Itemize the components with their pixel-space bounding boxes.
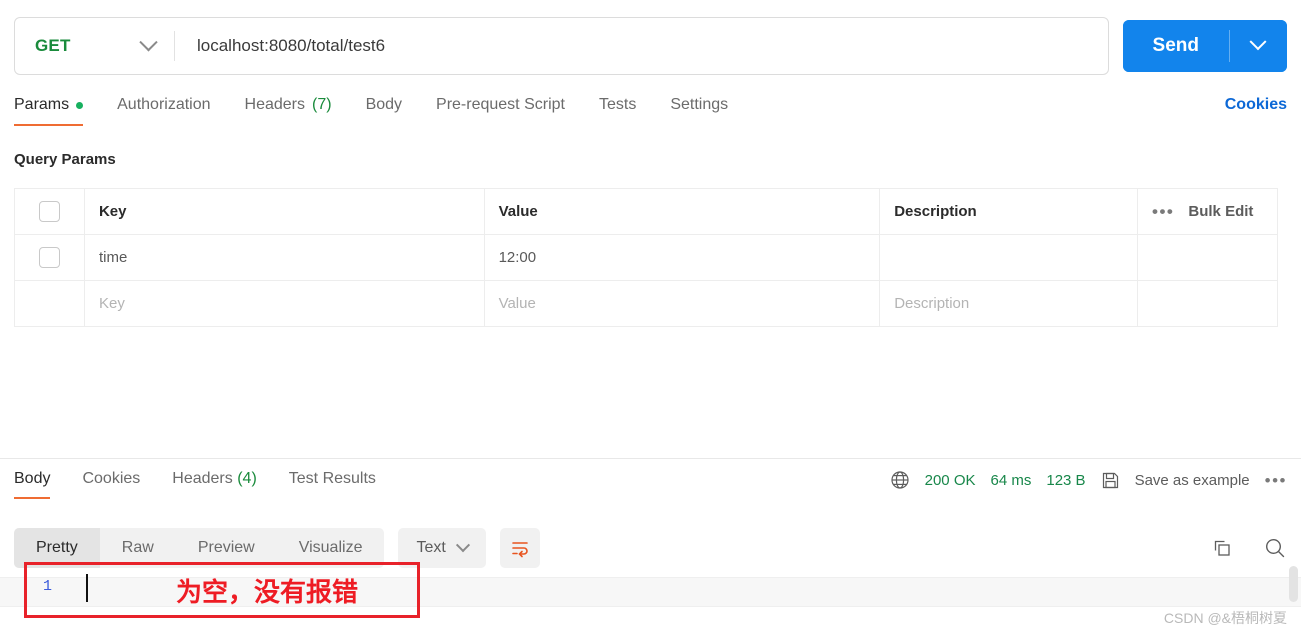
tab-params[interactable]: Params <box>14 96 84 126</box>
status-badge: 200 OK <box>924 471 976 489</box>
send-button-group: Send <box>1122 20 1287 72</box>
chevron-down-icon <box>139 32 158 51</box>
response-tabs: Body Cookies Headers (4) Test Results 20… <box>0 470 1301 512</box>
annotation-text: 为空，没有报错 <box>176 578 359 608</box>
table-row: time 12:00 <box>14 234 1278 281</box>
save-as-example-button[interactable]: Save as example <box>1135 472 1250 489</box>
line-number: 1 <box>43 578 53 595</box>
new-row-actions-cell <box>1137 280 1278 327</box>
request-url-row: GET Send <box>0 0 1301 92</box>
query-params-table: Key Value Description ••• Bulk Edit time <box>14 188 1278 327</box>
copy-icon[interactable] <box>1211 537 1233 559</box>
chevron-down-icon <box>455 538 470 553</box>
row-actions-cell <box>1137 234 1278 281</box>
request-url-input[interactable] <box>175 18 1108 74</box>
cookies-link[interactable]: Cookies <box>1225 96 1287 126</box>
response-tab-headers[interactable]: Headers (4) <box>172 470 257 499</box>
response-tab-body[interactable]: Body <box>14 470 51 499</box>
send-button[interactable]: Send <box>1122 20 1229 72</box>
unsaved-dot-icon <box>76 101 84 109</box>
tab-authorization-label: Authorization <box>117 96 211 113</box>
new-row-value-placeholder: Value <box>498 294 536 312</box>
more-options-icon[interactable]: ••• <box>1152 203 1174 220</box>
response-meta: 200 OK 64 ms 123 B Save as example ••• <box>890 470 1287 498</box>
tab-tests[interactable]: Tests <box>599 96 636 126</box>
bulk-edit-cell: ••• Bulk Edit <box>1137 188 1278 235</box>
view-mode-preview[interactable]: Preview <box>176 528 277 568</box>
new-row-key-cell[interactable]: Key <box>83 280 485 327</box>
response-tab-body-label: Body <box>14 470 51 487</box>
tab-headers[interactable]: Headers (7) <box>245 96 332 126</box>
response-view-toolbar: Pretty Raw Preview Visualize Text <box>0 523 1301 573</box>
chevron-down-icon <box>1249 33 1267 51</box>
tab-headers-label: Headers <box>244 96 305 113</box>
new-row-description-placeholder: Description <box>894 294 970 312</box>
tab-settings-label: Settings <box>670 96 729 113</box>
select-all-checkbox[interactable] <box>38 201 60 222</box>
search-icon[interactable] <box>1263 536 1287 560</box>
globe-icon[interactable] <box>890 470 910 490</box>
row-value-cell[interactable]: 12:00 <box>483 234 881 281</box>
save-icon[interactable] <box>1101 471 1120 490</box>
response-tab-test-results[interactable]: Test Results <box>289 470 376 499</box>
view-mode-pretty[interactable]: Pretty <box>14 528 100 568</box>
row-key-cell[interactable]: time <box>83 234 485 281</box>
table-header-row: Key Value Description ••• Bulk Edit <box>14 188 1278 235</box>
tab-tests-label: Tests <box>598 96 637 113</box>
response-tab-cookies[interactable]: Cookies <box>82 470 140 499</box>
tab-settings[interactable]: Settings <box>670 96 728 126</box>
tab-pre-request-script-label: Pre-request Script <box>436 96 565 113</box>
new-row-description-cell[interactable]: Description <box>879 280 1139 327</box>
select-all-cell <box>14 188 85 235</box>
view-mode-group: Pretty Raw Preview Visualize <box>14 528 385 568</box>
text-cursor <box>86 574 88 602</box>
row-select-cell <box>14 234 85 281</box>
query-params-title: Query Params <box>14 151 116 168</box>
vertical-scrollbar[interactable] <box>1289 566 1298 602</box>
bulk-edit-button[interactable]: Bulk Edit <box>1188 203 1253 220</box>
response-divider <box>0 458 1301 459</box>
row-select-cell-empty <box>14 280 85 327</box>
tab-authorization[interactable]: Authorization <box>117 96 210 126</box>
tab-body-label: Body <box>365 96 403 113</box>
column-value: Value <box>483 188 881 235</box>
tab-headers-count: (7) <box>312 96 332 113</box>
row-description-cell[interactable] <box>879 234 1139 281</box>
url-bar: GET <box>14 17 1109 75</box>
response-format-selector[interactable]: Text <box>398 528 486 568</box>
row-key-value: time <box>98 248 128 266</box>
column-key: Key <box>83 188 485 235</box>
send-options-button[interactable] <box>1229 20 1287 72</box>
response-actions <box>1211 536 1287 560</box>
http-method-label: GET <box>35 36 71 55</box>
response-tab-headers-count: (4) <box>237 470 257 487</box>
response-format-label: Text <box>416 539 446 556</box>
view-mode-visualize[interactable]: Visualize <box>277 528 385 568</box>
watermark: CSDN @&梧桐树夏 <box>1163 610 1287 626</box>
tab-pre-request-script[interactable]: Pre-request Script <box>436 96 565 126</box>
response-tab-test-results-label: Test Results <box>288 470 376 487</box>
wrap-text-toggle[interactable] <box>499 528 540 568</box>
response-tab-cookies-label: Cookies <box>82 470 141 487</box>
row-value-value: 12:00 <box>498 248 537 266</box>
column-description: Description <box>879 188 1139 235</box>
postman-window: GET Send Params Authorization Headers (7… <box>0 0 1301 638</box>
table-row: Key Value Description <box>14 280 1278 327</box>
new-row-value-cell[interactable]: Value <box>483 280 881 327</box>
response-size: 123 B <box>1046 471 1086 489</box>
tab-body[interactable]: Body <box>366 96 402 126</box>
row-checkbox[interactable] <box>38 247 60 268</box>
response-more-options-icon[interactable]: ••• <box>1265 472 1287 489</box>
response-time: 64 ms <box>990 471 1032 489</box>
tab-params-label: Params <box>14 96 70 113</box>
new-row-key-placeholder: Key <box>98 294 125 312</box>
request-tabs: Params Authorization Headers (7) Body Pr… <box>0 96 1301 136</box>
response-tab-headers-label: Headers <box>172 470 233 487</box>
http-method-selector[interactable]: GET <box>15 18 175 74</box>
view-mode-raw[interactable]: Raw <box>100 528 176 568</box>
